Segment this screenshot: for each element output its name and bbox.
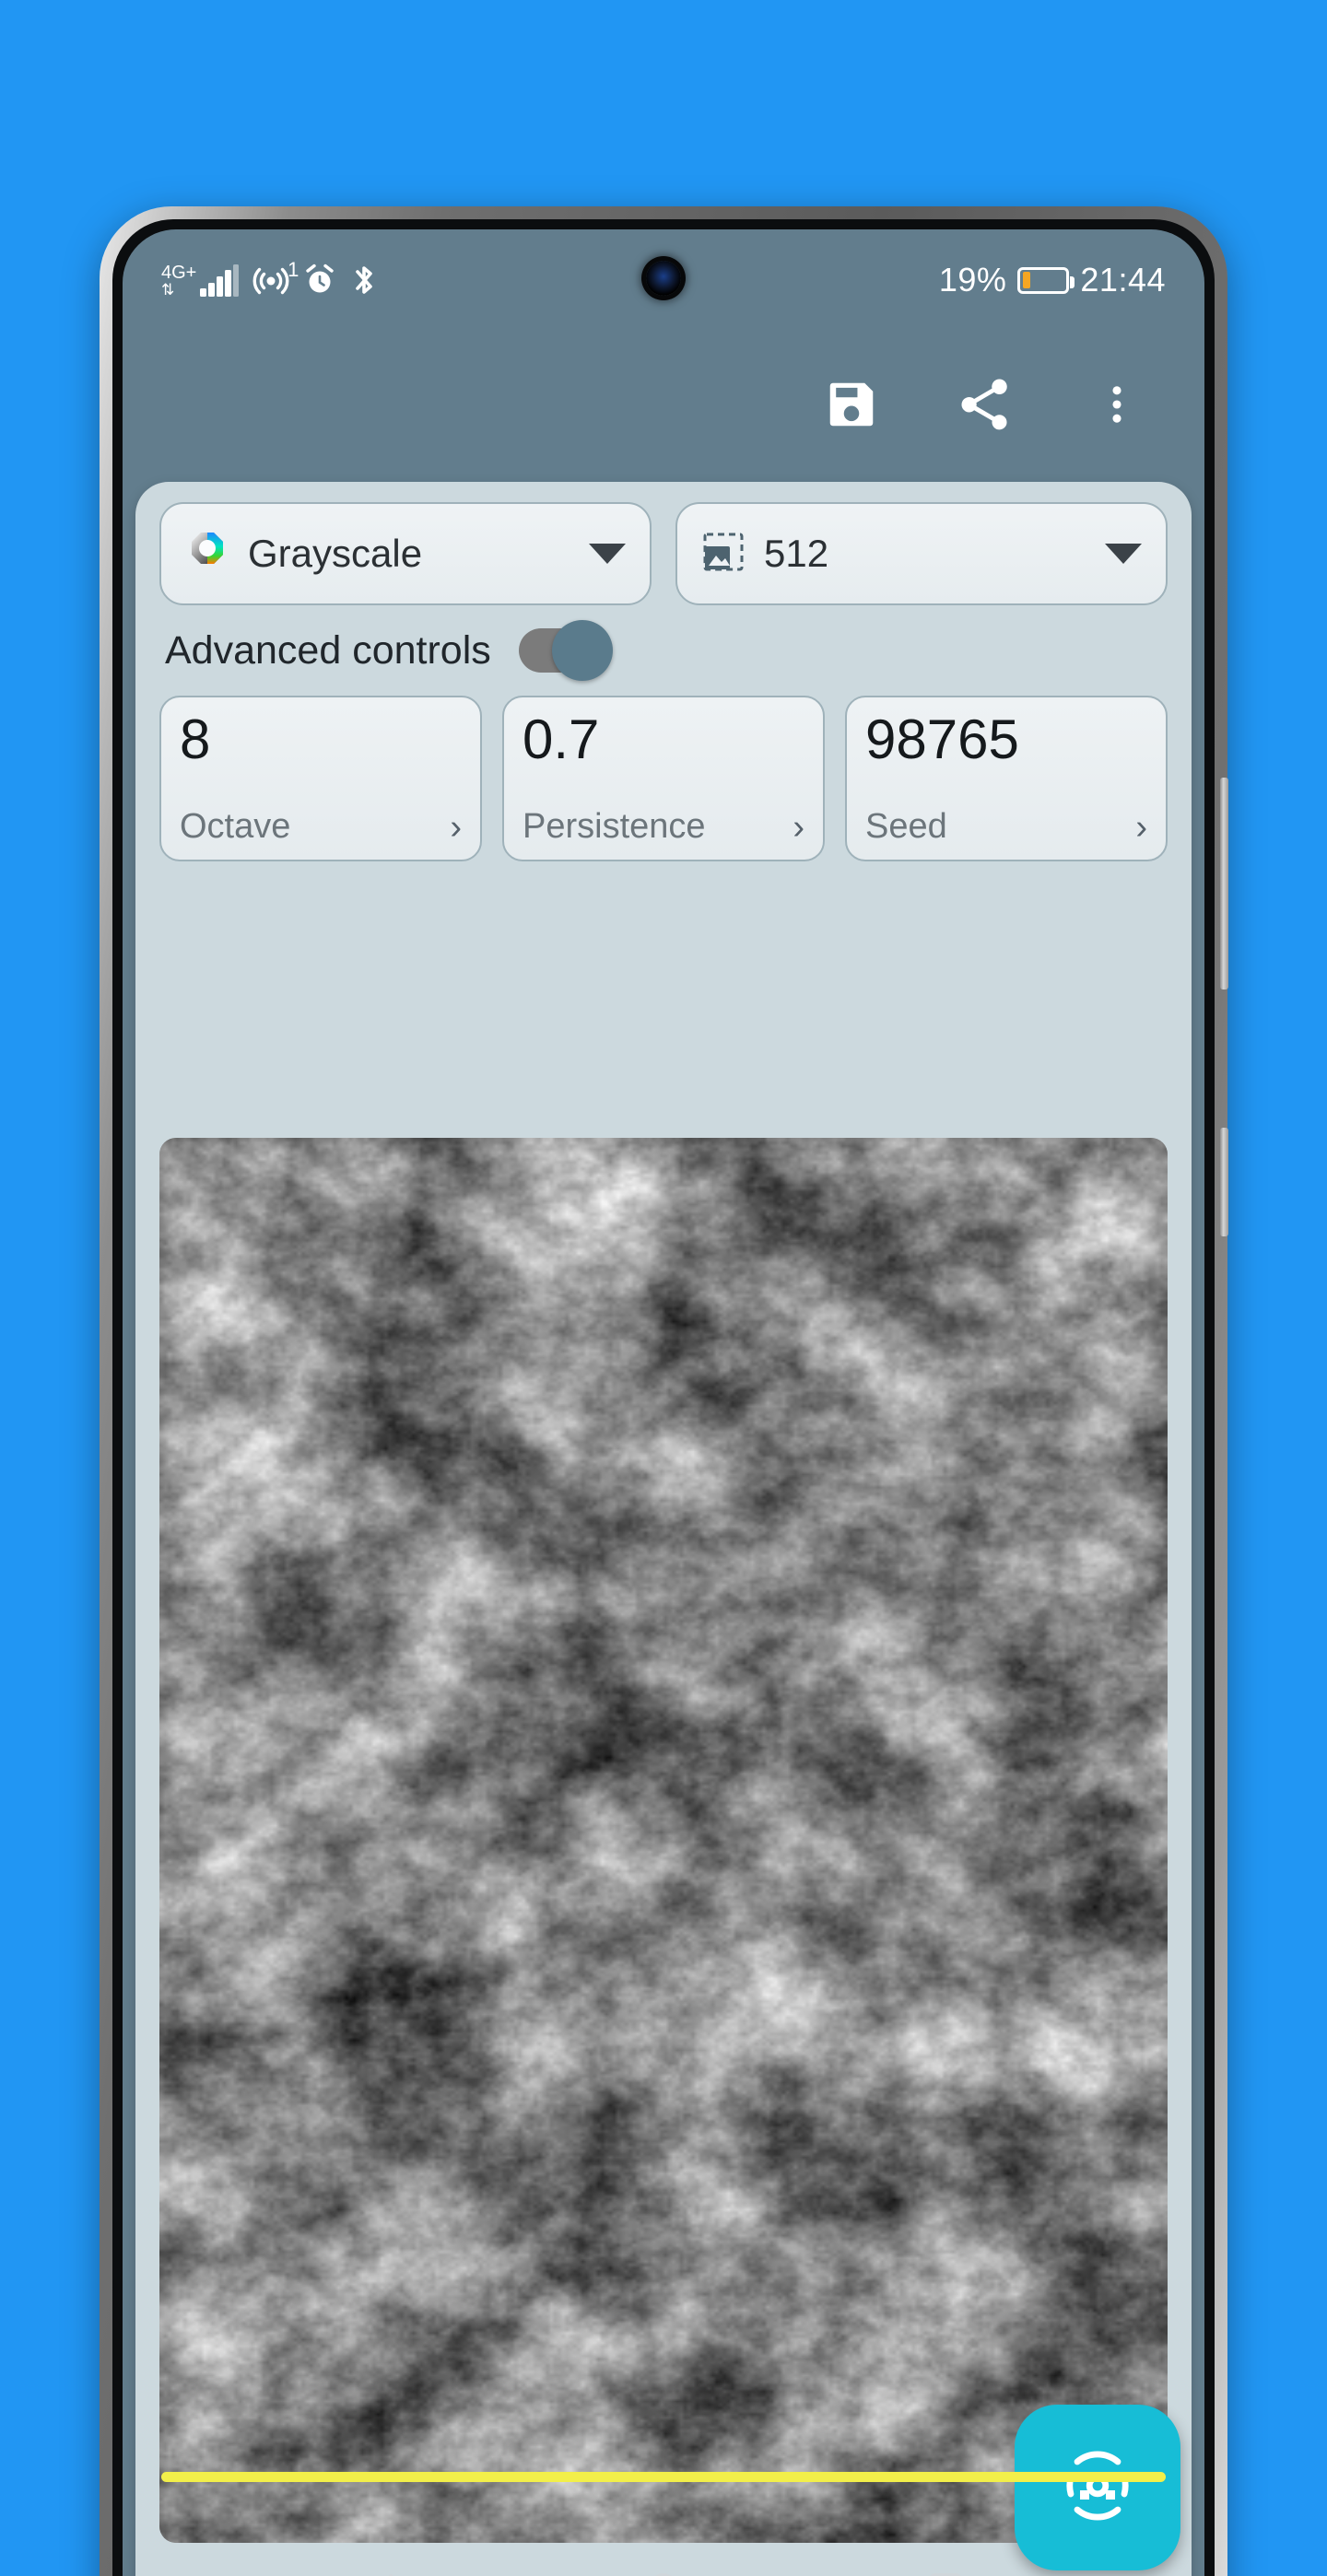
image-size-icon [701,530,746,579]
seed-card[interactable]: 98765 Seed › [845,696,1168,861]
advanced-controls-toggle[interactable] [518,620,613,681]
phone-screen: 4G+ ⇅ 1 19% 21:44 Grayscale 512 Advanced… [123,229,1204,2576]
hotspot-badge: 1 [288,258,299,281]
advanced-controls-label: Advanced controls [165,627,491,673]
color-mode-dropdown[interactable]: Grayscale [159,502,652,605]
parameter-cards-row: 8 Octave › 0.7 Persistence › 98765 Seed … [159,696,1168,861]
status-bar-right-info: 19% 21:44 [939,261,1166,299]
hotspot-icon: 1 [252,258,299,299]
seed-label: Seed [865,807,947,846]
nav-recents-button[interactable] [901,2553,990,2576]
chevron-down-icon [589,544,626,564]
color-mode-value: Grayscale [248,532,423,575]
battery-icon [1017,266,1075,294]
bluetooth-icon [350,263,378,298]
image-size-dropdown[interactable]: 512 [675,502,1168,605]
phone-bezel: 4G+ ⇅ 1 19% 21:44 Grayscale 512 Advanced… [112,219,1215,2576]
noise-canvas [159,1138,1168,2543]
dropdown-row: Grayscale 512 [159,502,1168,605]
persistence-label: Persistence [523,807,706,846]
toggle-thumb [551,620,613,681]
clock-label: 21:44 [1080,261,1166,299]
persistence-card[interactable]: 0.7 Persistence › [502,696,825,861]
chevron-right-icon: › [1135,807,1147,847]
battery-percent-label: 19% [938,261,1007,299]
power-button[interactable] [1220,1128,1228,1236]
save-button[interactable] [817,370,886,439]
status-bar-left-icons: 4G+ ⇅ 1 [161,258,378,299]
share-button[interactable] [950,370,1018,439]
color-palette-icon [185,530,229,579]
volume-rocker-button[interactable] [1220,778,1228,989]
octave-label: Octave [180,807,291,846]
navigation-bar [123,2500,1204,2576]
chevron-right-icon: › [793,807,804,847]
battery-fill [1022,272,1031,288]
nav-back-button[interactable] [337,2553,426,2576]
nav-home-button[interactable] [619,2553,708,2576]
seed-value: 98765 [865,708,1019,770]
chevron-down-icon [1105,544,1142,564]
overflow-menu-button[interactable] [1083,370,1151,439]
persistence-value: 0.7 [523,708,600,770]
advanced-controls-row: Advanced controls [159,605,1168,696]
network-type-label: 4G+ [161,262,197,283]
accent-line [161,2472,1166,2482]
signal-icon: 4G+ ⇅ [161,263,240,298]
alarm-icon [302,263,337,298]
image-size-value: 512 [764,532,829,575]
main-content-panel: Grayscale 512 Advanced controls 8 Octave… [135,482,1192,2576]
chevron-right-icon: › [450,807,462,847]
app-toolbar [123,331,1204,478]
octave-card[interactable]: 8 Octave › [159,696,482,861]
perlin-noise-preview[interactable] [159,1138,1168,2543]
phone-device-frame: 4G+ ⇅ 1 19% 21:44 Grayscale 512 Advanced… [100,206,1228,2576]
front-camera-punch-hole [646,261,681,296]
octave-value: 8 [180,708,211,770]
